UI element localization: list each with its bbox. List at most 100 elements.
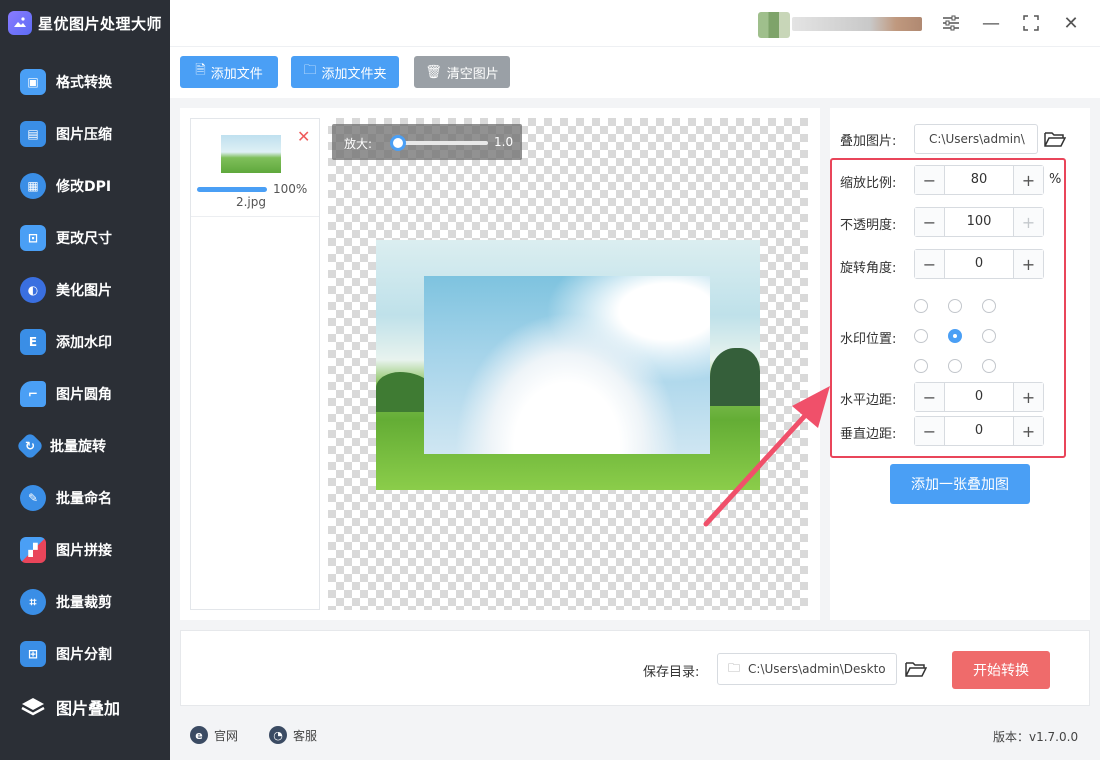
increment-button[interactable]: + (1013, 417, 1043, 445)
opacity-stepper[interactable]: − 100 + (914, 207, 1044, 237)
sidebar-item-compress[interactable]: ▤ 图片压缩 (0, 108, 170, 160)
settings-panel: 叠加图片: C:\Users\admin\ 缩放比例: − 80 + % 不透明… (830, 108, 1090, 620)
add-file-button[interactable]: 🗎 添加文件 (180, 56, 278, 88)
position-center-radio[interactable] (948, 329, 962, 343)
sidebar-item-beautify[interactable]: ◐ 美化图片 (0, 264, 170, 316)
sidebar-item-resize[interactable]: ⊡ 更改尺寸 (0, 212, 170, 264)
position-bottom-left-radio[interactable] (914, 359, 928, 373)
increment-button[interactable]: + (1013, 383, 1043, 411)
position-top-right-radio[interactable] (982, 299, 996, 313)
add-file-label: 添加文件 (210, 66, 263, 82)
decrement-button[interactable]: − (915, 383, 945, 411)
sidebar-item-rename[interactable]: ✎ 批量命名 (0, 472, 170, 524)
resize-icon: ⊡ (20, 225, 46, 251)
add-folder-button[interactable]: 🗀 添加文件夹 (291, 56, 399, 88)
position-middle-right-radio[interactable] (982, 329, 996, 343)
progress-percent: 100% (273, 182, 308, 196)
overlay-image-label: 叠加图片: (840, 134, 897, 149)
website-link[interactable]: e 官网 (190, 726, 238, 744)
sidebar-item-label: 图片压缩 (56, 127, 112, 143)
scale-value[interactable]: 80 (945, 166, 1013, 194)
vertical-margin-label: 垂直边距: (840, 427, 897, 442)
percent-unit: % (1049, 172, 1062, 187)
clear-images-button[interactable]: 🗑 清空图片 (414, 56, 510, 88)
sidebar-item-dpi[interactable]: ▦ 修改DPI (0, 160, 170, 212)
sidebar-item-crop[interactable]: ⌗ 批量裁剪 (0, 576, 170, 628)
increment-button[interactable]: + (1013, 250, 1043, 278)
maximize-icon[interactable] (1018, 10, 1044, 36)
sidebar-item-label: 图片分割 (56, 647, 112, 663)
chat-icon: ◔ (269, 726, 287, 744)
decrement-button[interactable]: − (915, 250, 945, 278)
minimize-icon[interactable]: — (978, 10, 1004, 36)
avatar[interactable] (758, 12, 790, 38)
zoom-label: 放大: (344, 137, 373, 151)
folder-icon: 🗀 (728, 660, 741, 675)
add-folder-label: 添加文件夹 (321, 66, 387, 82)
app-logo-icon (8, 11, 32, 35)
sidebar-item-rotate[interactable]: ↻ 批量旋转 (0, 420, 170, 472)
decrement-button[interactable]: − (915, 417, 945, 445)
add-overlay-image-button[interactable]: 添加一张叠加图 (890, 464, 1030, 504)
rotate-icon: ↻ (15, 431, 45, 461)
increment-button[interactable]: + (1013, 166, 1043, 194)
dpi-icon: ▦ (20, 173, 46, 199)
sidebar-item-puzzle[interactable]: ▞ 图片拼接 (0, 524, 170, 576)
horizontal-margin-stepper[interactable]: − 0 + (914, 382, 1044, 412)
save-dir-path: C:\Users\admin\Deskto (748, 662, 886, 676)
position-middle-left-radio[interactable] (914, 329, 928, 343)
start-convert-button[interactable]: 开始转换 (952, 651, 1050, 689)
horizontal-margin-value[interactable]: 0 (945, 383, 1013, 411)
rotation-stepper[interactable]: − 0 + (914, 249, 1044, 279)
sidebar: 星优图片处理大师 ▣ 格式转换 ▤ 图片压缩 ▦ 修改DPI ⊡ 更改尺寸 ◐ … (0, 0, 170, 760)
zoom-value: 1.0 (494, 135, 514, 149)
zoom-control: 放大: 1.0 (332, 124, 522, 160)
website-label: 官网 (214, 728, 239, 743)
user-name-blurred (792, 17, 922, 31)
ie-icon: e (190, 726, 208, 744)
image-preview: 放大: 1.0 (328, 118, 808, 610)
sidebar-item-split[interactable]: ⊞ 图片分割 (0, 628, 170, 680)
folder-open-icon[interactable] (1044, 130, 1066, 148)
image-convert-icon: ▣ (20, 69, 46, 95)
zoom-slider-track[interactable] (394, 141, 488, 145)
opacity-value[interactable]: 100 (945, 208, 1013, 236)
app-title: 星优图片处理大师 (38, 14, 163, 33)
sidebar-item-label: 批量裁剪 (56, 595, 112, 611)
sidebar-item-rounded-corner[interactable]: ⌐ 图片圆角 (0, 368, 170, 420)
position-bottom-center-radio[interactable] (948, 359, 962, 373)
delete-icon[interactable]: ✕ (297, 127, 310, 146)
crop-icon: ⌗ (20, 589, 46, 615)
support-label: 客服 (293, 728, 318, 743)
split-icon: ⊞ (20, 641, 46, 667)
zoom-slider-handle[interactable] (390, 135, 406, 151)
position-bottom-right-radio[interactable] (982, 359, 996, 373)
support-link[interactable]: ◔ 客服 (269, 726, 317, 744)
decrement-button[interactable]: − (915, 166, 945, 194)
position-top-center-radio[interactable] (948, 299, 962, 313)
scale-stepper[interactable]: − 80 + (914, 165, 1044, 195)
increment-button[interactable]: + (1013, 208, 1043, 236)
folder-open-icon[interactable] (905, 660, 927, 678)
annotation-arrow (703, 386, 830, 527)
sidebar-item-watermark[interactable]: E 添加水印 (0, 316, 170, 368)
decrement-button[interactable]: − (915, 208, 945, 236)
overlay-image-path-field[interactable]: C:\Users\admin\ (914, 124, 1038, 154)
rotation-value[interactable]: 0 (945, 250, 1013, 278)
close-icon[interactable]: ✕ (1058, 10, 1084, 36)
sidebar-item-label: 图片圆角 (56, 387, 112, 403)
position-top-left-radio[interactable] (914, 299, 928, 313)
version-text: 版本：v1.7.0.0 (993, 730, 1079, 744)
sidebar-item-label: 批量旋转 (50, 439, 106, 455)
vertical-margin-value[interactable]: 0 (945, 417, 1013, 445)
sidebar-item-format-convert[interactable]: ▣ 格式转换 (0, 56, 170, 108)
toolbar: 🗎 添加文件 🗀 添加文件夹 🗑 清空图片 (170, 46, 1100, 98)
rounded-corner-icon: ⌐ (20, 381, 46, 407)
vertical-margin-stepper[interactable]: − 0 + (914, 416, 1044, 446)
trash-icon: 🗑 (425, 64, 442, 80)
overlay-image[interactable] (424, 276, 710, 454)
save-dir-field[interactable]: 🗀 C:\Users\admin\Deskto (717, 653, 897, 685)
settings-sliders-icon[interactable] (938, 10, 964, 36)
sidebar-item-overlay[interactable]: 图片叠加 (0, 681, 170, 733)
list-item[interactable]: ✕ 100% 2.jpg (191, 119, 319, 217)
